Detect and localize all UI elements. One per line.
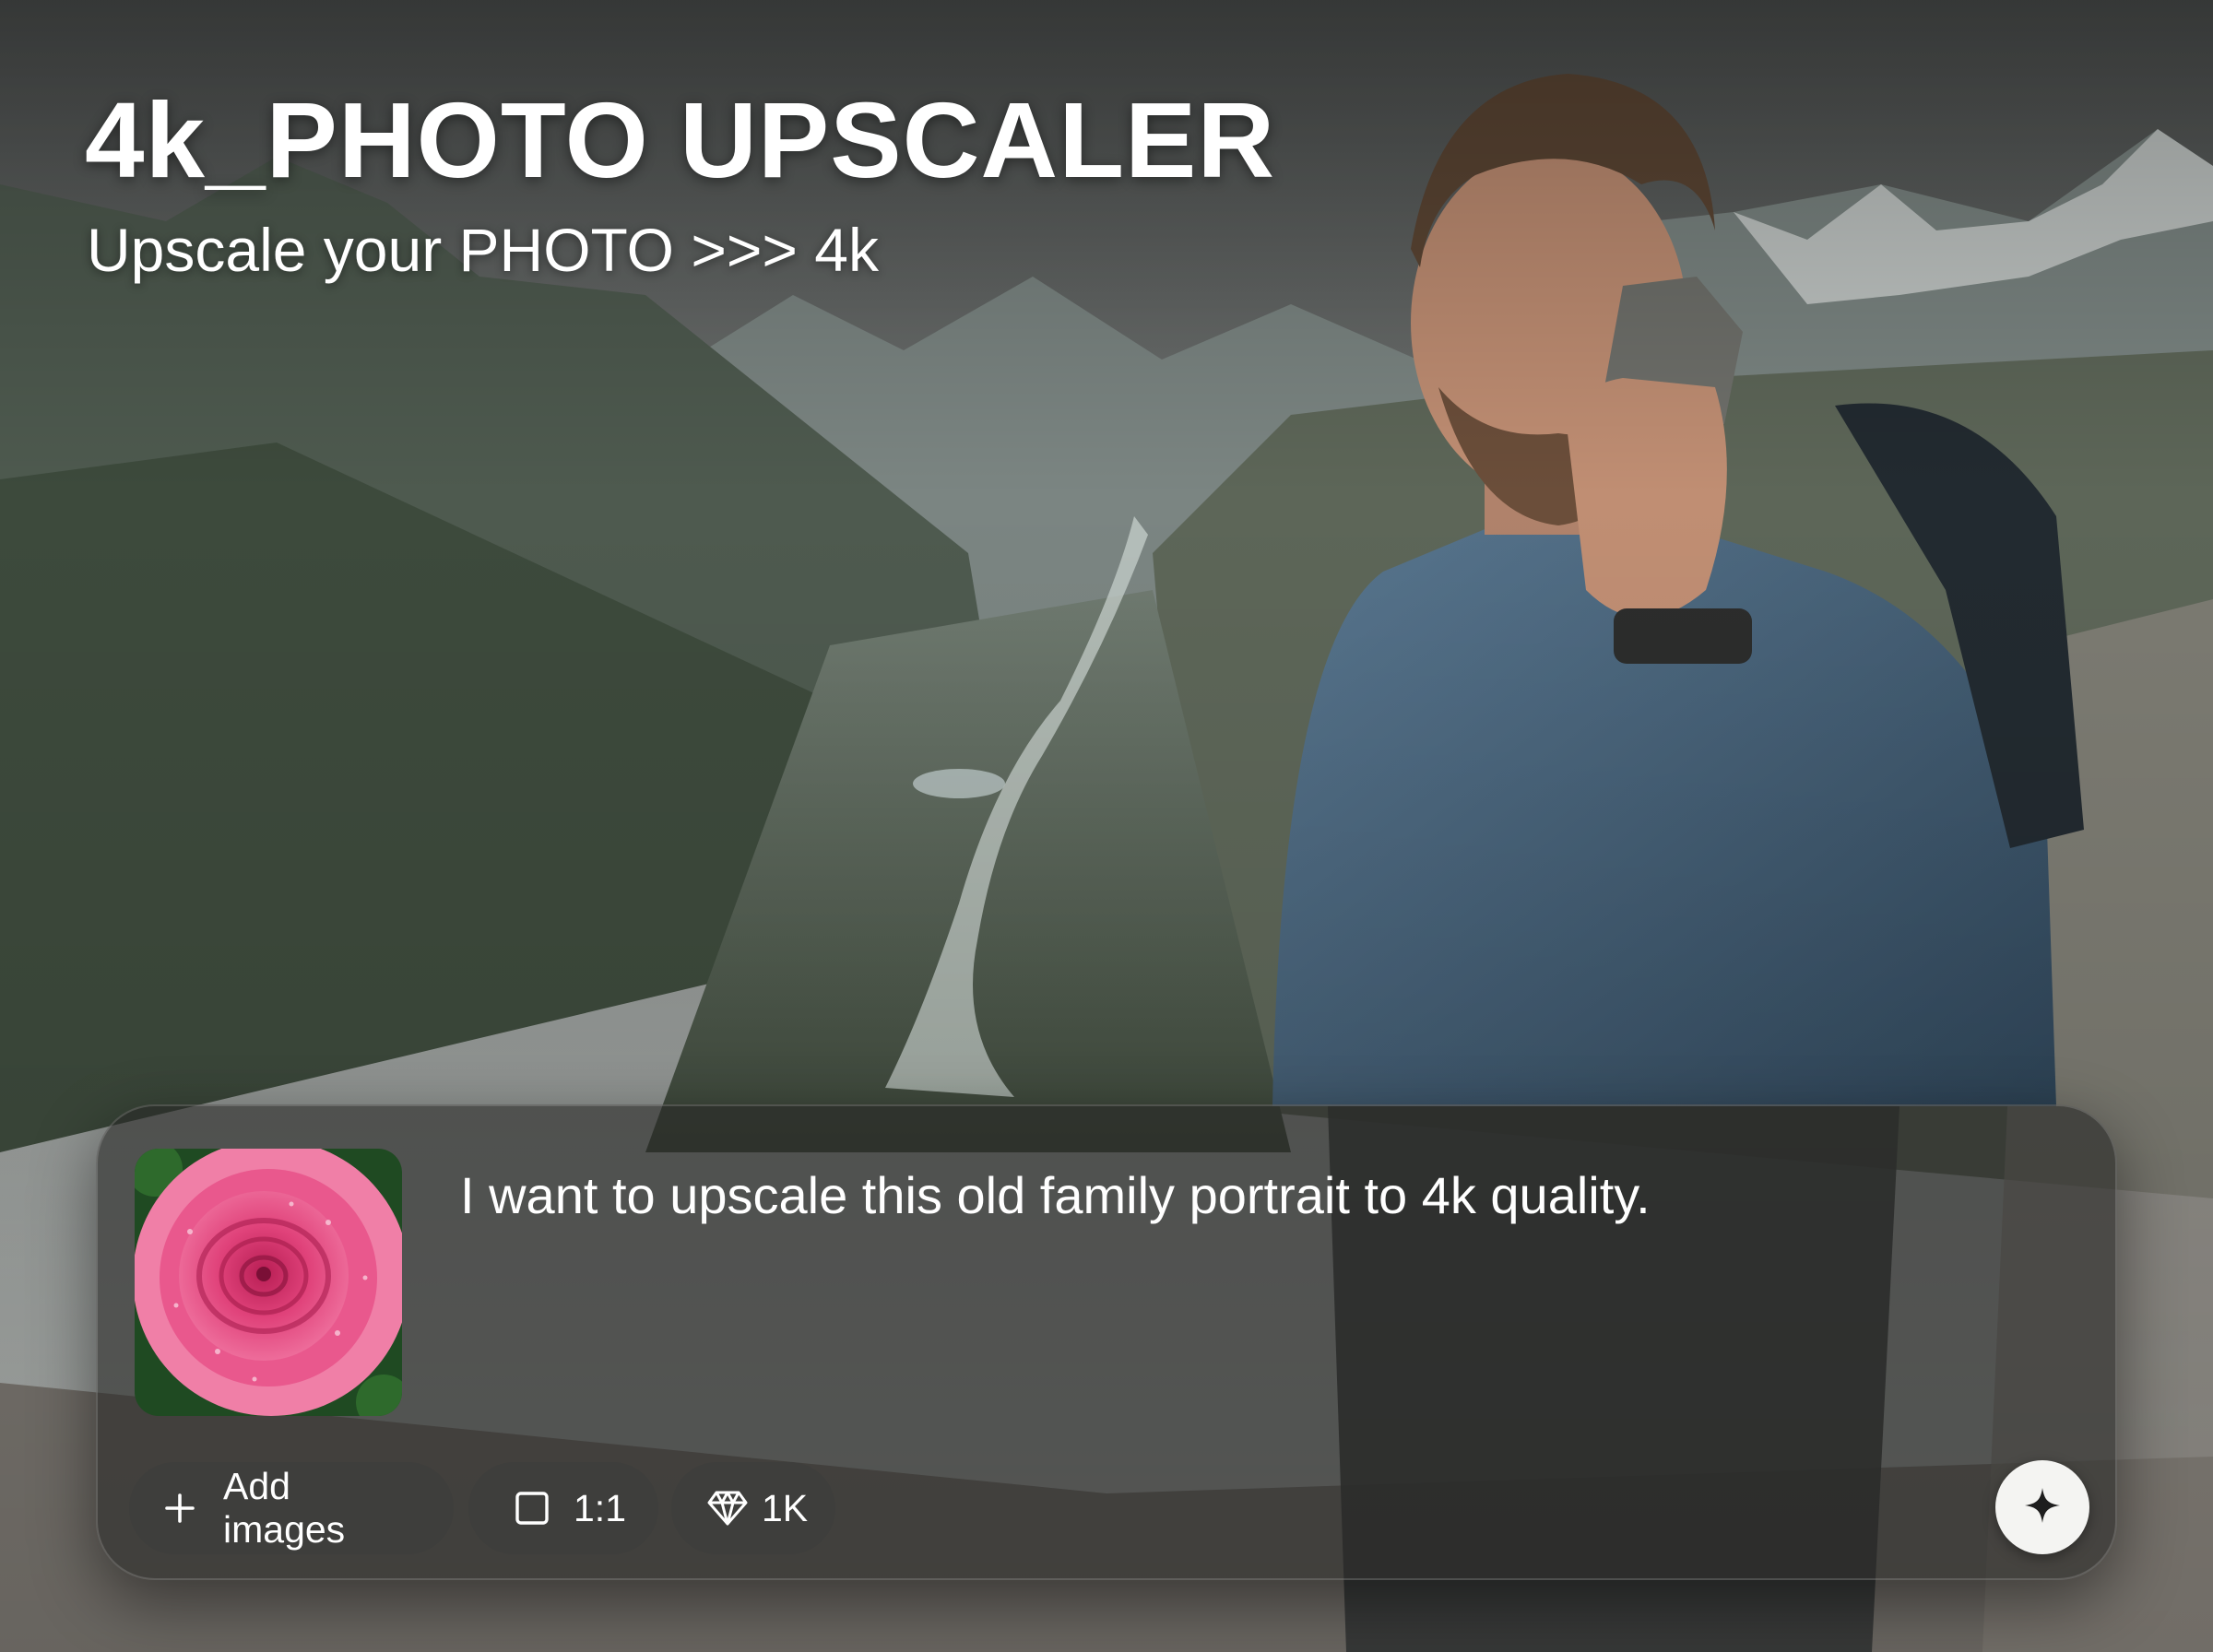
prompt-text[interactable]: I want to upscale this old family portra… xyxy=(460,1163,2028,1228)
aspect-ratio-value: 1:1 xyxy=(574,1486,626,1529)
prompt-composer: I want to upscale this old family portra… xyxy=(96,1104,2117,1580)
generate-button[interactable] xyxy=(1995,1460,2089,1554)
add-images-label: Add images xyxy=(223,1465,346,1551)
rose-image xyxy=(135,1149,402,1416)
resolution-button[interactable]: 1K xyxy=(671,1462,835,1554)
resolution-value: 1K xyxy=(762,1486,809,1529)
add-images-button[interactable]: Add images xyxy=(129,1462,454,1554)
square-icon xyxy=(515,1491,550,1526)
plus-icon xyxy=(162,1491,197,1526)
aspect-ratio-button[interactable]: 1:1 xyxy=(468,1462,658,1554)
attached-image-thumbnail[interactable] xyxy=(135,1149,402,1416)
sparkle-icon xyxy=(2022,1485,2063,1530)
diamond-icon xyxy=(706,1490,749,1527)
app-title: 4k_PHOTO UPSCALER xyxy=(85,80,1276,200)
app-subtitle: Upscale your PHOTO >>> 4k xyxy=(87,216,879,284)
